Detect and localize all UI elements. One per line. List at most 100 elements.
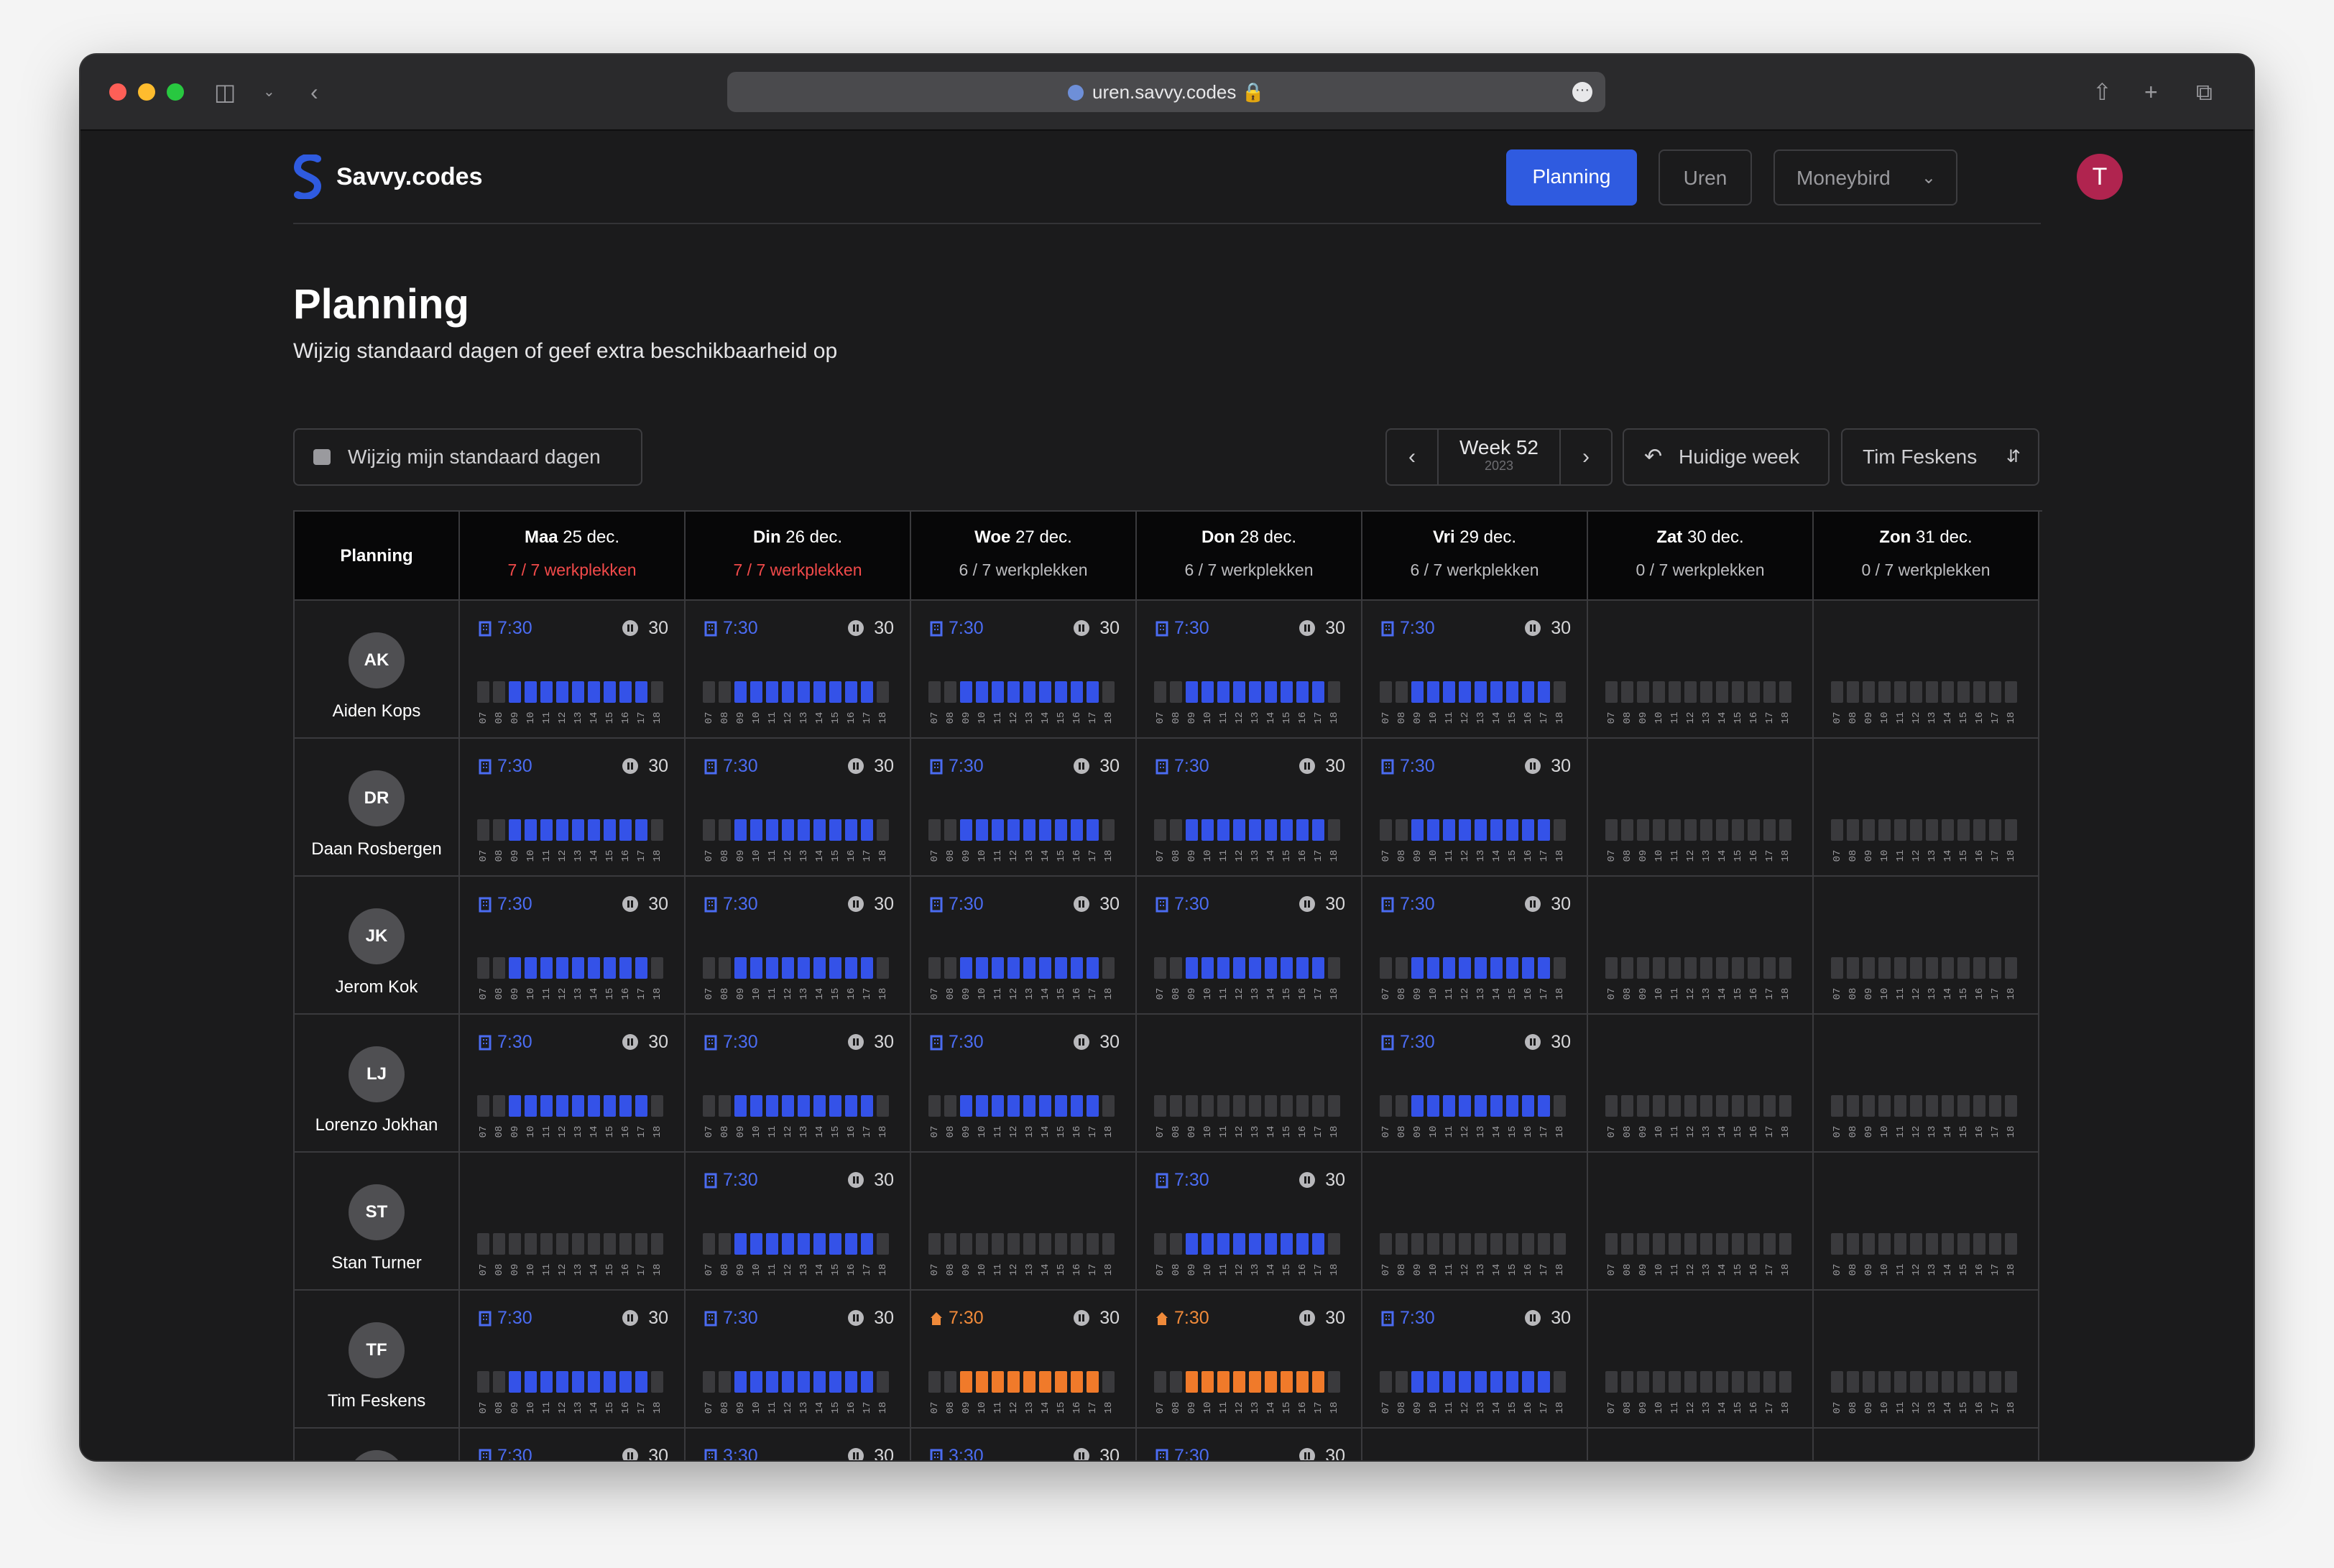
schedule-cell[interactable]: 070809101112131415161718 [1588, 739, 1814, 877]
nav-moneybird-dropdown[interactable]: Moneybird ⌄ [1773, 149, 1957, 206]
schedule-cell[interactable]: 7:3030070809101112131415161718 [1137, 739, 1362, 877]
schedule-cell[interactable]: 070809101112131415161718 [1362, 1153, 1588, 1291]
next-week-button[interactable]: › [1559, 430, 1611, 484]
zoom-window-button[interactable] [167, 83, 184, 101]
schedule-cell[interactable]: 7:3030070809101112131415161718 [1362, 601, 1588, 739]
schedule-cell[interactable]: 070809101112131415161718 [1814, 1291, 2039, 1429]
edit-default-days-button[interactable]: Wijzig mijn standaard dagen [293, 428, 642, 486]
schedule-cell[interactable]: 7:3030070809101112131415161718 [911, 601, 1137, 739]
workplaces-count: 6 / 7 werkplekken [1184, 561, 1314, 579]
week-display: Week 52 2023 [1437, 437, 1561, 474]
schedule-cell[interactable]: 070809101112131415161718 [1588, 1291, 1814, 1429]
schedule-cell[interactable]: 7:3030070809101112131415161718 [911, 877, 1137, 1015]
cell-summary: 7:30 30 [1156, 756, 1345, 778]
schedule-cell[interactable]: 070809101112131415161718 [1588, 601, 1814, 739]
hours-text: 7:30 [949, 618, 984, 638]
schedule-cell[interactable]: 7:3030070809101112131415161718 [686, 601, 911, 739]
workplaces-count: 7 / 7 werkplekken [507, 561, 637, 579]
hour-tick-label: 08 [944, 711, 956, 724]
schedule-cell[interactable]: 070809101112131415161718 [1588, 1015, 1814, 1153]
nav-uren-button[interactable]: Uren [1659, 149, 1752, 206]
schedule-cell[interactable]: 7:3030070809101112131415161718 [460, 601, 686, 739]
address-bar[interactable]: uren.savvy.codes 🔒 ··· [727, 72, 1605, 112]
hour-tick: 07 [1380, 1260, 1392, 1279]
brand-logo[interactable]: Savvy.codes [293, 154, 483, 200]
hour-tick-label: 15 [829, 1125, 841, 1138]
schedule-cell[interactable]: 7:3030070809101112131415161718 [911, 739, 1137, 877]
schedule-cell[interactable]: 7:3030070809101112131415161718 [460, 1291, 686, 1429]
hour-bar [635, 681, 647, 703]
schedule-cell[interactable]: 7:3030070809101112131415161718 [460, 739, 686, 877]
schedule-cell[interactable]: 7:3030070809101112131415161718 [686, 1015, 911, 1153]
hour-tick-label: 09 [1863, 1125, 1875, 1138]
schedule-cell[interactable]: 7:3030070809101112131415161718 [1362, 1291, 1588, 1429]
schedule-cell[interactable]: 7:3030070809101112131415161718 [1137, 1153, 1362, 1291]
minimize-window-button[interactable] [138, 83, 155, 101]
person-select[interactable]: Tim Feskens ⇵ [1841, 428, 2039, 486]
schedule-cell[interactable]: 7:3030070809101112131415161718 [1137, 601, 1362, 739]
schedule-cell[interactable]: 070809101112131415161718 [1814, 739, 2039, 877]
schedule-cell[interactable]: 7:3030070809101112131415161718 [911, 1291, 1137, 1429]
hour-tick: 07 [928, 847, 941, 865]
schedule-cell[interactable]: 3:3030070809101112131415161718 [911, 1429, 1137, 1460]
day-date-text: 31 dec. [1911, 527, 1973, 547]
schedule-cell[interactable]: 070809101112131415161718 [1814, 1015, 2039, 1153]
user-avatar[interactable]: T [2077, 154, 2123, 200]
hour-tick-label: 13 [1926, 711, 1938, 724]
new-tab-icon[interactable]: + [2144, 76, 2158, 108]
hour-bar [1522, 681, 1534, 703]
schedule-cell[interactable]: 070809101112131415161718 [1588, 877, 1814, 1015]
hour-tick: 11 [1669, 1260, 1681, 1279]
day-name: Maa [524, 527, 558, 547]
schedule-cell[interactable]: 070809101112131415161718 [1588, 1429, 1814, 1460]
schedule-cell[interactable]: 070809101112131415161718 [1362, 1429, 1588, 1460]
schedule-cell[interactable]: 070809101112131415161718 [1814, 601, 2039, 739]
schedule-cell[interactable]: 7:3030070809101112131415161718 [1137, 877, 1362, 1015]
schedule-cell[interactable]: 7:3030070809101112131415161718 [1137, 1291, 1362, 1429]
cell-summary: 7:30 30 [930, 1032, 1120, 1053]
schedule-cell[interactable]: 070809101112131415161718 [1814, 877, 2039, 1015]
schedule-cell[interactable]: 7:3030070809101112131415161718 [460, 1015, 686, 1153]
nav-planning-button[interactable]: Planning [1506, 149, 1637, 206]
more-icon[interactable]: ··· [1572, 82, 1592, 102]
hours-text: 7:30 [497, 1032, 532, 1052]
schedule-cell[interactable]: 7:3030070809101112131415161718 [911, 1015, 1137, 1153]
hour-tick: 08 [944, 1398, 956, 1417]
hour-bar [619, 1371, 632, 1393]
schedule-cell[interactable]: 7:3030070809101112131415161718 [1362, 877, 1588, 1015]
schedule-cell[interactable]: 7:3030070809101112131415161718 [686, 1153, 911, 1291]
day-header: Zon 31 dec. 0 / 7 werkplekken [1814, 512, 2039, 601]
hour-tick-label: 14 [1490, 1401, 1503, 1414]
schedule-cell[interactable]: 070809101112131415161718 [460, 1153, 686, 1291]
schedule-cell[interactable]: 7:3030070809101112131415161718 [460, 877, 686, 1015]
close-window-button[interactable] [109, 83, 126, 101]
hour-tick-label: 14 [588, 849, 600, 862]
share-icon[interactable]: ⇧ [2093, 76, 2112, 108]
schedule-cell[interactable]: 070809101112131415161718 [1814, 1153, 2039, 1291]
schedule-cell[interactable]: 7:3030070809101112131415161718 [686, 739, 911, 877]
sidebar-toggle-icon[interactable]: ◫ [214, 76, 236, 108]
hour-tick-label: 11 [1217, 711, 1230, 724]
current-week-button[interactable]: ↶ Huidige week [1623, 428, 1830, 486]
hour-tick: 14 [1265, 1260, 1277, 1279]
schedule-cell[interactable]: 3:3030070809101112131415161718 [686, 1429, 911, 1460]
hour-tick: 08 [944, 984, 956, 1003]
hour-bar [976, 819, 988, 841]
schedule-cell[interactable]: 070809101112131415161718 [1137, 1015, 1362, 1153]
schedule-cell[interactable]: 070809101112131415161718 [1814, 1429, 2039, 1460]
hour-ticks: 07 08 09 10 11 12 13 14 15 16 17 18 [703, 709, 889, 727]
chevron-down-icon[interactable]: ⌄ [263, 76, 275, 108]
schedule-cell[interactable]: 070809101112131415161718 [911, 1153, 1137, 1291]
schedule-cell[interactable]: 7:3030070809101112131415161718 [686, 877, 911, 1015]
schedule-cell[interactable]: 070809101112131415161718 [1588, 1153, 1814, 1291]
schedule-cell[interactable]: 7:3030070809101112131415161718 [1362, 1015, 1588, 1153]
back-icon[interactable]: ‹ [310, 76, 318, 108]
schedule-cell[interactable]: 7:3030070809101112131415161718 [460, 1429, 686, 1460]
schedule-cell[interactable]: 7:3030070809101112131415161718 [686, 1291, 911, 1429]
schedule-cell[interactable]: 7:3030070809101112131415161718 [1362, 739, 1588, 877]
tabs-overview-icon[interactable]: ⧉ [2196, 76, 2213, 108]
day-header: Maa 25 dec. 7 / 7 werkplekken [460, 512, 686, 601]
prev-week-button[interactable]: ‹ [1387, 430, 1439, 484]
schedule-cell[interactable]: 7:3030070809101112131415161718 [1137, 1429, 1362, 1460]
hour-bar [1926, 819, 1938, 841]
